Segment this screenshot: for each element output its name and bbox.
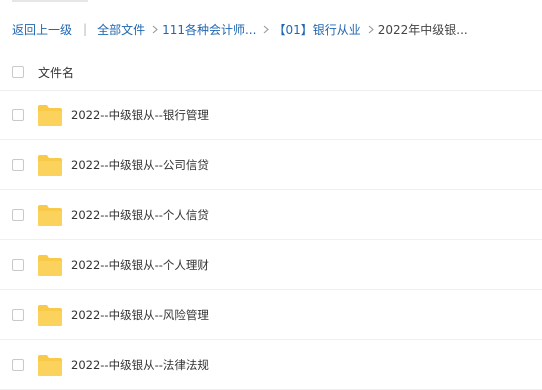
back-button[interactable]: 返回上一级	[12, 21, 72, 38]
file-name[interactable]: 2022--中级银从--公司信贷	[71, 157, 209, 173]
chevron-right-icon	[368, 25, 374, 34]
folder-icon	[38, 254, 62, 276]
breadcrumb-current: 2022年中级银...	[377, 22, 468, 37]
file-row[interactable]: 2022--中级银从--银行管理	[0, 90, 542, 140]
filename-column-header[interactable]: 文件名	[38, 64, 74, 81]
row-checkbox[interactable]	[12, 308, 24, 321]
folder-icon	[38, 104, 62, 126]
select-all-checkbox[interactable]	[12, 66, 24, 78]
folder-icon	[38, 204, 62, 226]
file-row[interactable]: 2022--中级银从--公司信贷	[0, 140, 542, 190]
file-row[interactable]: 2022--中级银从--个人理财	[0, 240, 542, 290]
row-checkbox[interactable]	[12, 208, 24, 221]
row-checkbox[interactable]	[12, 108, 24, 121]
file-name[interactable]: 2022--中级银从--法律法规	[71, 357, 209, 373]
file-name[interactable]: 2022--中级银从--个人信贷	[71, 207, 209, 223]
file-row[interactable]: 2022--中级银从--风险管理	[0, 290, 542, 340]
tab-strip	[12, 0, 88, 2]
file-name[interactable]: 2022--中级银从--风险管理	[71, 307, 209, 323]
file-list: 2022--中级银从--银行管理 2022--中级银从--公司信贷 2022--…	[0, 90, 542, 390]
row-checkbox[interactable]	[12, 258, 24, 271]
row-checkbox[interactable]	[12, 358, 24, 371]
file-name[interactable]: 2022--中级银从--银行管理	[71, 107, 209, 123]
chevron-right-icon	[152, 25, 158, 34]
file-row[interactable]: 2022--中级银从--个人信贷	[0, 190, 542, 240]
folder-icon	[38, 354, 62, 376]
breadcrumb-separator: |	[83, 22, 88, 36]
folder-icon	[38, 154, 62, 176]
file-list-header: 文件名	[0, 54, 542, 91]
row-checkbox[interactable]	[12, 158, 24, 171]
chevron-right-icon	[263, 25, 270, 34]
folder-icon	[38, 304, 62, 326]
breadcrumb-item-bank[interactable]: 【01】银行从业	[273, 21, 360, 38]
file-row[interactable]: 2022--中级银从--法律法规	[0, 340, 542, 390]
breadcrumb-item-accountant[interactable]: 111各种会计师...	[162, 21, 256, 38]
file-name[interactable]: 2022--中级银从--个人理财	[71, 257, 209, 273]
breadcrumb: 返回上一级 | 全部文件 111各种会计师... 【01】银行从业 2022年中…	[0, 4, 542, 54]
breadcrumb-item-all-files[interactable]: 全部文件	[97, 21, 145, 38]
